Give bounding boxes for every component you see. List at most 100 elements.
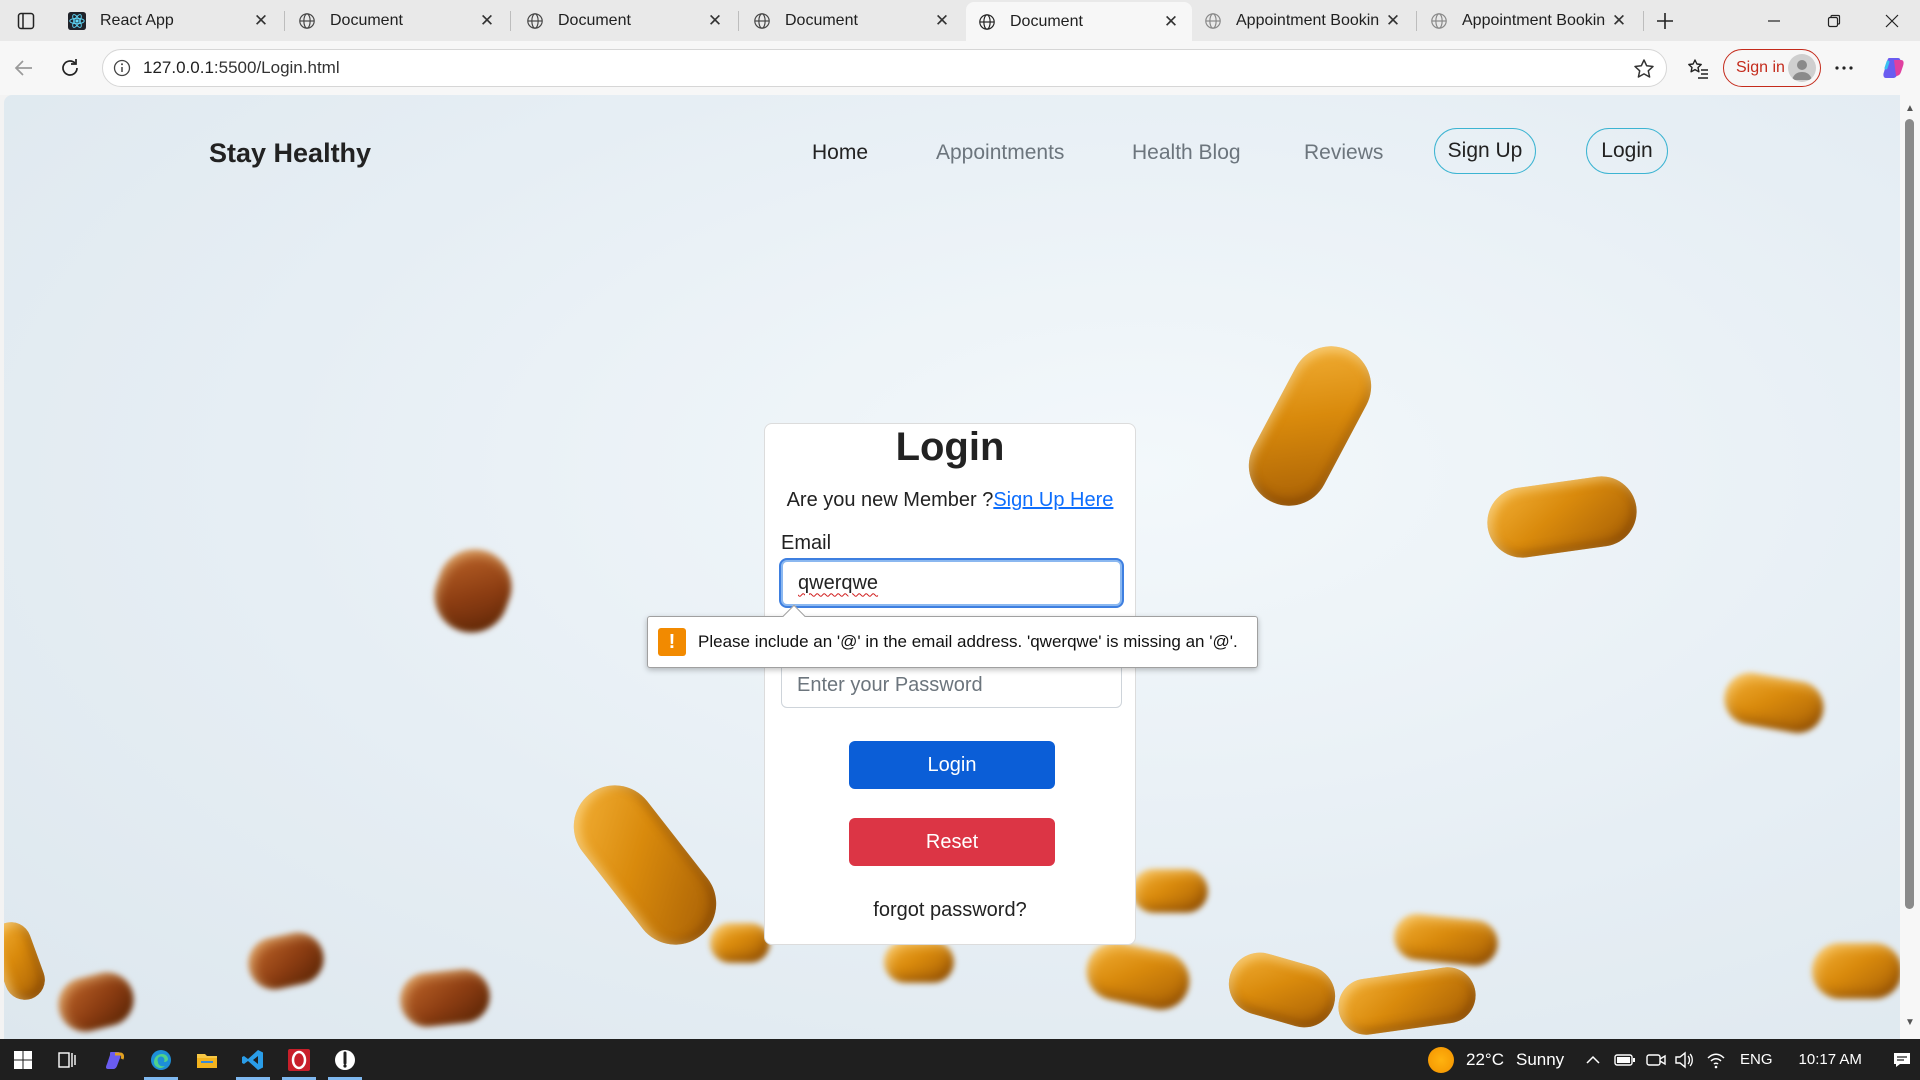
page-viewport: Stay Healthy Home Appointments Health Bl… [4, 95, 1900, 1039]
page-scrollbar[interactable]: ▲ ▼ [1900, 95, 1920, 1039]
language-indicator[interactable]: ENG [1740, 1051, 1773, 1068]
back-button[interactable] [8, 52, 40, 84]
task-view-icon [58, 1051, 76, 1068]
close-icon[interactable]: ✕ [474, 8, 500, 34]
scrollbar-thumb[interactable] [1905, 119, 1914, 909]
close-icon[interactable]: ✕ [1606, 8, 1632, 34]
tab-document-active[interactable]: Document ✕ [966, 2, 1192, 41]
taskbar-vscode[interactable] [230, 1039, 276, 1080]
tab-document-2[interactable]: Document ✕ [514, 0, 736, 41]
password-placeholder: Enter your Password [797, 673, 983, 696]
favorite-star-icon[interactable] [1632, 57, 1656, 81]
forgot-password-link[interactable]: forgot password? [765, 899, 1135, 922]
taskbar-file-explorer[interactable] [184, 1039, 230, 1080]
capsule-image [4, 916, 51, 1006]
signup-here-link[interactable]: Sign Up Here [993, 489, 1113, 511]
close-icon[interactable]: ✕ [1380, 8, 1406, 34]
capsule-image [423, 538, 523, 644]
site-info-icon[interactable] [111, 57, 133, 79]
close-icon[interactable]: ✕ [1158, 9, 1184, 35]
tab-title: React App [100, 11, 174, 29]
globe-icon [527, 12, 543, 29]
tab-react-app[interactable]: React App ✕ [56, 0, 282, 41]
notification-icon[interactable] [1892, 1051, 1912, 1069]
capsule-image [557, 768, 733, 962]
restore-button[interactable] [1806, 0, 1862, 41]
close-icon[interactable]: ✕ [929, 8, 955, 34]
globe-icon [1205, 12, 1221, 29]
taskbar-copilot[interactable] [92, 1039, 138, 1080]
back-arrow-icon [14, 60, 32, 76]
close-icon[interactable]: ✕ [248, 8, 274, 34]
copilot-button[interactable] [1878, 52, 1910, 84]
tab-title: Document [785, 11, 858, 29]
tab-appointment-booking-1[interactable]: Appointment Booking ✕ [1192, 0, 1414, 41]
email-input[interactable]: qwerqwe [781, 560, 1122, 606]
login-button[interactable]: Login [849, 741, 1055, 789]
taskbar-app[interactable] [322, 1039, 368, 1080]
nav-login-button[interactable]: Login [1586, 128, 1668, 174]
capsule-image [884, 941, 954, 983]
scroll-down-arrow-icon[interactable]: ▼ [1904, 1017, 1916, 1029]
copilot-icon [106, 1051, 125, 1069]
reload-icon [62, 59, 78, 76]
volume-icon[interactable] [1674, 1051, 1694, 1069]
tab-appointment-booking-2[interactable]: Appointment Booking ✕ [1418, 0, 1640, 41]
settings-more-button[interactable] [1828, 52, 1860, 84]
weather-temp: 22°C [1466, 1049, 1504, 1069]
favorites-list-icon [1688, 59, 1708, 79]
capsule-image [1081, 936, 1195, 1016]
react-icon [68, 11, 86, 30]
new-member-prompt: Are you new Member ?Sign Up Here [765, 489, 1135, 512]
nav-health-blog[interactable]: Health Blog [1132, 141, 1241, 165]
new-tab-button[interactable] [1650, 6, 1680, 36]
minimize-button[interactable] [1746, 0, 1802, 41]
sign-in-button[interactable]: Sign in [1723, 49, 1821, 87]
warning-icon: ! [658, 628, 686, 656]
app-icon [335, 1049, 355, 1070]
favorites-button[interactable] [1682, 52, 1714, 84]
battery-icon[interactable] [1614, 1051, 1636, 1069]
close-icon[interactable]: ✕ [702, 8, 728, 34]
nav-signup-button[interactable]: Sign Up [1434, 128, 1536, 174]
close-window-button[interactable] [1864, 0, 1920, 41]
reload-button[interactable] [54, 52, 86, 84]
address-bar[interactable]: 127.0.0.1:5500/Login.html [102, 49, 1667, 87]
tab-title: Appointment Booking [1462, 11, 1606, 29]
tab-title: Document [1010, 12, 1083, 30]
weather-widget[interactable]: 22°C Sunny [1428, 1039, 1564, 1080]
start-button[interactable] [0, 1039, 46, 1080]
tab-separator [1416, 11, 1417, 31]
camera-icon[interactable] [1646, 1051, 1666, 1069]
capsule-image [1334, 963, 1480, 1039]
globe-icon [1431, 12, 1447, 29]
nav-appointments[interactable]: Appointments [936, 141, 1064, 165]
nav-reviews[interactable]: Reviews [1304, 141, 1383, 165]
password-input[interactable]: Enter your Password [781, 662, 1122, 708]
clock-time[interactable]: 10:17 AM [1799, 1051, 1862, 1068]
browser-tab-strip: React App ✕ Document ✕ Document ✕ Docume… [0, 0, 1920, 41]
site-brand[interactable]: Stay Healthy [209, 138, 371, 169]
restore-icon [1827, 14, 1841, 27]
task-view-button[interactable] [44, 1039, 90, 1080]
capsule-image [397, 966, 493, 1030]
scroll-up-arrow-icon[interactable]: ▲ [1904, 103, 1916, 115]
taskbar-opera[interactable] [276, 1039, 322, 1080]
copilot-icon [1883, 58, 1904, 78]
windows-logo-icon [14, 1050, 32, 1069]
wifi-icon[interactable] [1706, 1051, 1726, 1069]
weather-condition: Sunny [1515, 1049, 1565, 1069]
tab-document-1[interactable]: Document ✕ [286, 0, 508, 41]
login-title: Login [895, 425, 1005, 469]
tab-separator [738, 11, 739, 31]
reset-button[interactable]: Reset [849, 818, 1055, 866]
nav-home[interactable]: Home [812, 141, 868, 165]
capsule-image [1391, 911, 1501, 969]
taskbar-edge[interactable] [138, 1039, 184, 1080]
tab-actions-button[interactable] [0, 0, 52, 41]
chevron-up-icon[interactable] [1584, 1051, 1602, 1069]
tab-separator [510, 11, 511, 31]
edge-icon [151, 1049, 171, 1070]
tab-document-3[interactable]: Document ✕ [741, 0, 963, 41]
tab-title: Document [330, 11, 403, 29]
